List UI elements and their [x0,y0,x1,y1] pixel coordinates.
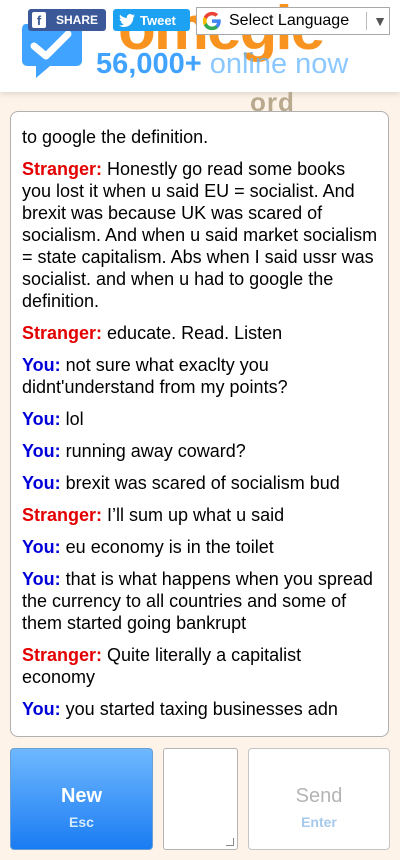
twitter-tweet-label: Tweet [140,12,176,28]
chat-message-text: eu economy is in the toilet [65,537,274,557]
chat-message-text: to google the definition. [22,127,209,147]
resize-grip-icon[interactable] [226,838,234,846]
facebook-share-button[interactable]: f SHARE [28,9,106,31]
header: omegle 56,000+ online now f SHARE Tweet … [0,0,400,92]
chat-message-speaker: Stranger: [22,159,103,179]
chat-message-text: that is what happens when you spread the… [22,569,373,633]
send-button[interactable]: Send Enter [248,748,390,850]
chat-log[interactable]: to google the definition. Stranger: Hones… [10,111,389,737]
language-select[interactable]: Select Language ▼ [196,7,390,35]
chat-message-text: brexit was scared of socialism bud [65,473,340,493]
chat-message-speaker: Stranger: [22,505,103,525]
chat-message: You: not sure what exaclty you didnt'und… [22,354,378,398]
message-input[interactable] [163,748,238,850]
chat-message-text: you started taxing businesses adn [65,699,338,719]
chat-message: You: that is what happens when you sprea… [22,568,378,634]
chat-message: Stranger: I’ll sum up what u said [22,504,378,526]
language-select-label: Select Language [229,12,350,29]
online-count-suffix: online now [201,48,349,80]
chat-message-speaker: Stranger: [22,645,103,665]
chat-message: You: brexit was scared of socialism bud [22,472,378,494]
chat-message-speaker: You: [22,355,61,375]
chat-message-text: I’ll sum up what u said [107,505,285,525]
chat-message-speaker: You: [22,473,61,493]
chat-message: Stranger: educate. Read. Listen [22,322,378,344]
new-chat-shortcut: Esc [69,814,94,830]
online-count-number: 56,000+ [96,48,202,80]
online-count: 56,000+ online now [96,46,348,82]
chat-message: You: lol [22,408,378,430]
new-chat-button[interactable]: New Esc [10,748,153,850]
chat-message-text: running away coward? [65,441,246,461]
chat-message-speaker: You: [22,409,61,429]
chat-message: to google the definition. [22,126,378,148]
google-g-icon [202,11,221,31]
chat-message: You: you started taxing businesses adn [22,698,378,720]
twitter-tweet-button[interactable]: Tweet [113,9,190,31]
send-shortcut: Enter [301,814,337,830]
chat-message-text: educate. Read. Listen [107,323,283,343]
background-ghost-text: ord [250,92,295,112]
chat-message: Stranger: Honestly go read some books yo… [22,158,378,312]
facebook-icon: f [32,12,46,28]
chat-message-text: lol [65,409,84,429]
chat-message-speaker: You: [22,699,61,719]
chat-message-text: not sure what exaclty you didnt'understa… [22,355,288,397]
twitter-bird-icon [119,13,135,27]
chat-message-speaker: You: [22,441,61,461]
chat-controls: New Esc Send Enter [0,737,400,860]
send-label: Send [295,785,343,807]
chat-message: You: eu economy is in the toilet [22,536,378,558]
dropdown-arrow-icon: ▼ [373,13,387,29]
chat-message: You: running away coward? [22,440,378,462]
facebook-share-label: SHARE [56,13,99,27]
chat-message-speaker: You: [22,569,61,589]
chat-message: Stranger: Quite literally a capitalist e… [22,644,378,688]
chat-message-text: Honestly go read some books you lost it … [22,159,378,311]
language-select-divider [366,12,367,30]
chat-message-speaker: Stranger: [22,323,103,343]
chat-message-speaker: You: [22,537,61,557]
new-chat-label: New [60,785,103,807]
